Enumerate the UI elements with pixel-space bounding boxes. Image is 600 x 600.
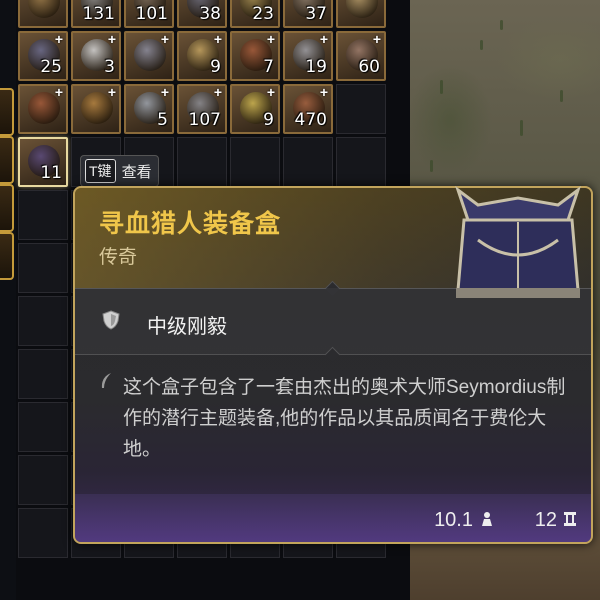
divider — [75, 346, 591, 363]
new-item-plus-icon: + — [319, 31, 328, 47]
new-item-plus-icon: + — [266, 84, 275, 100]
sidebar-tab[interactable] — [0, 184, 14, 232]
item-quantity: 7 — [263, 57, 274, 77]
item-quantity: 9 — [263, 110, 274, 130]
inventory-item-slot[interactable]: +470 — [283, 84, 333, 134]
inventory-item-slot[interactable]: +3 — [71, 31, 121, 81]
inventory-item-slot[interactable]: +5 — [124, 84, 174, 134]
new-item-plus-icon: + — [372, 31, 381, 47]
inventory-empty-slot[interactable] — [18, 243, 68, 293]
inventory-empty-slot[interactable] — [283, 137, 333, 187]
item-quantity: 470 — [294, 110, 327, 130]
inventory-empty-slot[interactable] — [230, 137, 280, 187]
game-screen: +131+101+38+23+37+25+3++9+7+19+60+++5+10… — [0, 0, 600, 600]
inventory-item-slot[interactable]: + — [124, 31, 174, 81]
key-badge: T键 — [85, 159, 116, 183]
item-quantity: 19 — [305, 57, 327, 77]
inventory-item-slot[interactable]: +107 — [177, 84, 227, 134]
inspect-label: 查看 — [121, 163, 152, 181]
bottle-icon — [346, 0, 378, 18]
new-item-plus-icon: + — [213, 31, 222, 47]
stat-label: 中级刚毅 — [147, 316, 227, 338]
new-item-plus-icon: + — [213, 84, 222, 100]
item-level: 12 — [534, 509, 557, 531]
item-quantity: 60 — [358, 57, 380, 77]
inventory-item-slot[interactable]: +131 — [71, 0, 121, 28]
inventory-item-slot[interactable]: +9 — [177, 31, 227, 81]
inventory-empty-slot[interactable] — [177, 137, 227, 187]
item-quantity: 5 — [157, 110, 168, 130]
new-item-plus-icon: + — [160, 31, 169, 47]
inventory-item-slot[interactable]: +7 — [230, 31, 280, 81]
item-quantity: 37 — [305, 4, 327, 24]
inventory-empty-slot[interactable] — [336, 84, 386, 134]
inventory-item-slot[interactable]: 11 — [18, 137, 68, 187]
item-weight: 10.1 — [434, 509, 473, 531]
inventory-empty-slot[interactable] — [18, 190, 68, 240]
inventory-empty-slot[interactable] — [18, 402, 68, 452]
inventory-empty-slot[interactable] — [18, 455, 68, 505]
item-name: 寻血猎人装备盒 — [99, 210, 282, 238]
inventory-empty-slot[interactable] — [336, 137, 386, 187]
inventory-item-slot[interactable]: +38 — [177, 0, 227, 28]
inventory-item-slot[interactable]: +23 — [230, 0, 280, 28]
new-item-plus-icon: + — [107, 84, 116, 100]
weight-icon — [482, 512, 492, 526]
item-quantity: 131 — [82, 4, 115, 24]
inventory-item-slot[interactable]: +9 — [230, 84, 280, 134]
item-quantity: 25 — [40, 57, 62, 77]
inventory-item-slot[interactable] — [18, 0, 68, 28]
sidebar-tab[interactable] — [0, 88, 14, 136]
item-quantity: 11 — [40, 163, 62, 183]
item-description: 这个盒子包含了一套由杰出的奥术大师Seymordius制作的潜行主题装备,他的作… — [123, 377, 566, 460]
new-item-plus-icon: + — [107, 31, 116, 47]
inventory-item-slot[interactable]: +101 — [124, 0, 174, 28]
item-quantity: 101 — [135, 4, 168, 24]
sidebar-tab[interactable] — [0, 232, 14, 280]
inventory-item-slot[interactable] — [336, 0, 386, 28]
item-quantity: 23 — [252, 4, 274, 24]
inventory-item-slot[interactable]: +60 — [336, 31, 386, 81]
inventory-empty-slot[interactable] — [18, 296, 68, 346]
item-quantity: 107 — [188, 110, 221, 130]
item-rarity: 传奇 — [99, 247, 138, 268]
inspect-key-hint[interactable]: T键 查看 — [80, 155, 159, 187]
inventory-item-slot[interactable]: +19 — [283, 31, 333, 81]
chest-icon — [455, 185, 581, 298]
level-icon — [564, 512, 576, 526]
new-item-plus-icon: + — [319, 84, 328, 100]
new-item-plus-icon: + — [54, 31, 63, 47]
quill-icon — [101, 373, 111, 388]
tooltip-footer: 10.1 12 — [75, 494, 591, 542]
new-item-plus-icon: + — [54, 84, 63, 100]
shield-icon — [102, 310, 120, 330]
inventory-item-slot[interactable]: +25 — [18, 31, 68, 81]
new-item-plus-icon: + — [160, 84, 169, 100]
item-quantity: 3 — [104, 57, 115, 77]
item-quantity: 38 — [199, 4, 221, 24]
inventory-empty-slot[interactable] — [18, 349, 68, 399]
inventory-item-slot[interactable]: + — [18, 84, 68, 134]
item-quantity: 9 — [210, 57, 221, 77]
inventory-item-slot[interactable]: + — [71, 84, 121, 134]
new-item-plus-icon: + — [266, 31, 275, 47]
left-sidebar — [0, 0, 16, 600]
inventory-empty-slot[interactable] — [18, 508, 68, 558]
sidebar-tab[interactable] — [0, 136, 14, 184]
pouch-icon — [28, 0, 60, 18]
inventory-item-slot[interactable]: +37 — [283, 0, 333, 28]
